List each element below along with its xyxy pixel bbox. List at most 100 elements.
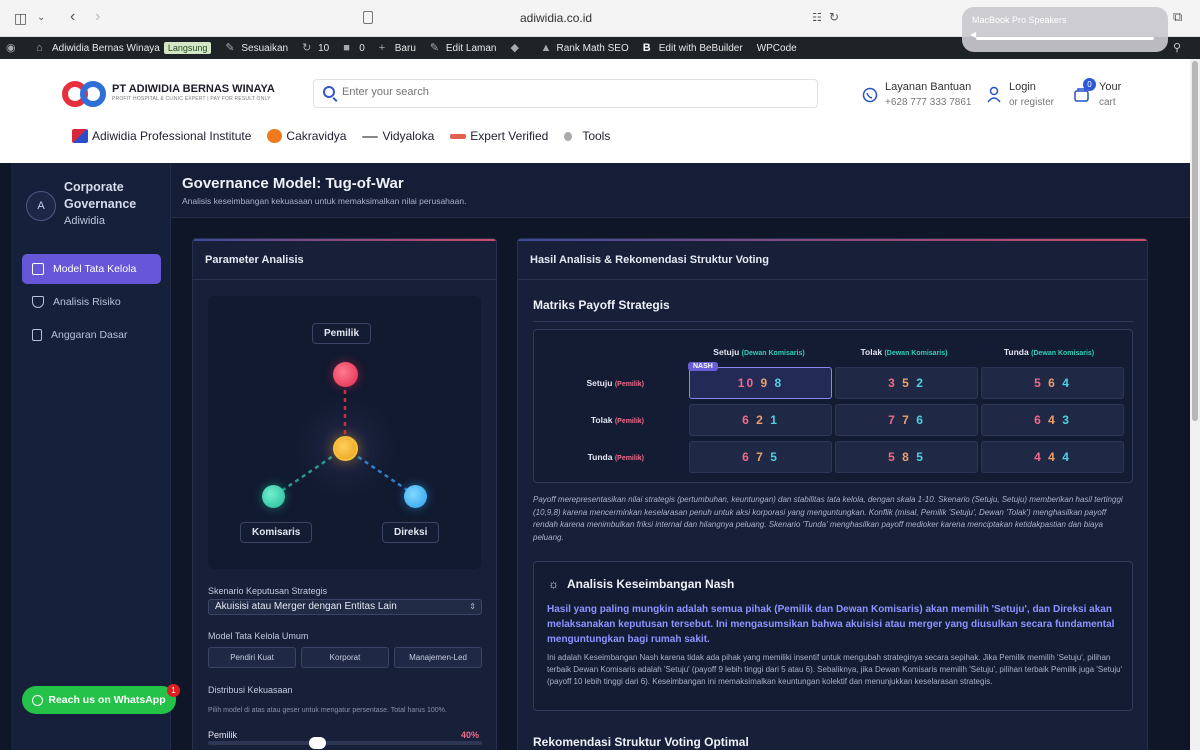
model-manajemen-led-button[interactable]: Manajemen-Led (394, 647, 482, 668)
brand-title: Corporate Governance (64, 180, 137, 211)
node-label-komisaris: Komisaris (240, 522, 313, 543)
payoff-cell-tolak-tolak[interactable]: 7 7 6 (835, 404, 978, 436)
institute-logo-icon (72, 129, 88, 143)
url-field[interactable]: adiwidia.co.id (520, 11, 592, 25)
sidebar-item-analisis-risiko[interactable]: Analisis Risiko (22, 287, 161, 317)
register-label[interactable]: or register (1009, 95, 1054, 111)
select-arrows-icon: ⇕ (469, 602, 476, 611)
page-subtitle: Analisis keseimbangan kekuasaan untuk me… (182, 196, 467, 206)
login-link[interactable]: Login or register (1009, 79, 1054, 111)
node-label-pemilik: Pemilik (312, 323, 372, 344)
page-scrollbar[interactable] (1190, 59, 1200, 750)
model-korporat-button[interactable]: Korporat (301, 647, 389, 668)
diamond-icon[interactable]: ◆ (510, 42, 526, 54)
sidebar-toggle-icon[interactable]: ◫ (14, 10, 27, 27)
row-header-tunda: Tunda (Pemilik) (587, 452, 644, 462)
scenario-label: Skenario Keputusan Strategis (208, 586, 328, 596)
nav-tools[interactable]: Tools (564, 129, 610, 143)
company-name[interactable]: PT ADIWIDIA BERNAS WINAYA (112, 83, 275, 95)
translate-icon[interactable]: ☷ (812, 11, 822, 24)
help-contact[interactable]: Layanan Bantuan +628 777 333 7861 (885, 79, 971, 111)
customize-link[interactable]: ✎ Sesuaikan (225, 42, 288, 54)
pemilik-slider-track[interactable] (208, 741, 482, 745)
user-icon[interactable] (986, 79, 1002, 109)
search-box[interactable] (313, 79, 818, 108)
live-badge: Langsung (163, 42, 212, 54)
new-link[interactable]: + Baru (378, 41, 416, 54)
slider-label-pemilik: Pemilik (208, 730, 238, 740)
payoff-cell-tolak-tunda[interactable]: 6 4 3 (981, 404, 1124, 436)
updates-link[interactable]: ↻ 10 (302, 41, 329, 54)
wordpress-icon[interactable]: ◉ (6, 42, 22, 54)
brand-subtitle: Adiwidia (64, 215, 105, 227)
company-tagline: PROFIT HOSPITAL & CLINIC EXPERT | PAY FO… (112, 96, 271, 102)
company-logo-icon[interactable] (62, 81, 106, 107)
cart-label[interactable]: Your (1099, 79, 1121, 95)
site-header: PT ADIWIDIA BERNAS WINAYA PROFIT HOSPITA… (0, 59, 1190, 163)
payoff-cell-tunda-tunda[interactable]: 4 4 4 (981, 441, 1124, 473)
wpcode-link[interactable]: WPCode (757, 43, 797, 54)
bebuilder-link[interactable]: B Edit with BeBuilder (643, 42, 743, 54)
plus-icon: + (378, 41, 386, 54)
home-icon: ⌂ (36, 41, 43, 54)
payoff-cell-setuju-tolak[interactable]: 3 5 2 (835, 367, 978, 399)
login-label[interactable]: Login (1009, 79, 1054, 95)
nav-vidyaloka[interactable]: Vidyaloka (362, 129, 434, 143)
search-input[interactable] (342, 86, 802, 98)
edit-page-link[interactable]: ✎ Edit Laman (430, 42, 497, 54)
back-icon[interactable]: ‹ (70, 8, 75, 26)
volume-slider[interactable] (976, 37, 1154, 40)
node-komisaris[interactable] (262, 485, 285, 508)
cart-count-badge: 0 (1083, 78, 1096, 91)
model-pendiri-kuat-button[interactable]: Pendiri Kuat (208, 647, 296, 668)
tabs-icon[interactable]: ⧉ (1173, 9, 1182, 25)
payoff-description: Payoff merepresentasikan nilai strategis… (533, 495, 1123, 542)
site-name-link[interactable]: ⌂ Adiwidia Bernas Winaya Langsung (36, 41, 212, 54)
comments-link[interactable]: ■ 0 (343, 42, 365, 54)
nav-cakravidya[interactable]: Cakravidya (267, 129, 346, 143)
whatsapp-icon (32, 694, 44, 706)
search-icon[interactable]: ⚲ (1173, 41, 1181, 54)
cakravidya-logo-icon (267, 129, 283, 143)
scenario-select[interactable]: Akuisisi atau Merger dengan Entitas Lain… (208, 599, 482, 615)
node-pemilik[interactable] (333, 362, 358, 387)
col-header-tunda: Tunda (Dewan Komisaris) (1003, 347, 1095, 357)
cart-link[interactable]: Your cart (1099, 79, 1121, 111)
payoff-cell-setuju-tunda[interactable]: 5 6 4 (981, 367, 1124, 399)
node-direksi[interactable] (404, 485, 427, 508)
voting-title: Rekomendasi Struktur Voting Optimal (533, 735, 749, 749)
nav-expert-verified[interactable]: Expert Verified (450, 129, 548, 143)
forward-icon[interactable]: › (95, 8, 100, 26)
parameter-heading: Parameter Analisis (205, 254, 304, 266)
sidebar-item-model-tata-kelola[interactable]: Model Tata Kelola (22, 254, 161, 284)
payoff-cell-tolak-setuju[interactable]: 6 2 1 (689, 404, 832, 436)
model-label: Model Tata Kelola Umum (208, 631, 309, 641)
reload-icon[interactable]: ↻ (829, 10, 839, 24)
parameter-panel: Parameter Analisis Pemilik Komisaris Dir… (192, 238, 497, 750)
pemilik-slider-knob[interactable] (309, 737, 327, 749)
scenario-value: Akuisisi atau Merger dengan Entitas Lain (215, 601, 397, 612)
refresh-icon: ↻ (302, 41, 312, 54)
node-center[interactable] (333, 436, 358, 461)
cart-sub[interactable]: cart (1099, 95, 1121, 111)
slider-value-pemilik: 40% (461, 730, 480, 740)
chevron-down-icon[interactable]: ⌄ (37, 12, 45, 23)
divider (193, 279, 496, 280)
payoff-cell-tunda-tolak[interactable]: 5 8 5 (835, 441, 978, 473)
col-header-tolak: Tolak (Dewan Komisaris) (860, 347, 948, 357)
whatsapp-icon[interactable] (862, 79, 878, 108)
whatsapp-button[interactable]: Reach us on WhatsApp (22, 686, 176, 714)
sidebar-item-anggaran-dasar[interactable]: Anggaran Dasar (22, 320, 161, 350)
rank-math-link[interactable]: ▲ Rank Math SEO (540, 41, 628, 54)
scrollbar-thumb[interactable] (1192, 61, 1198, 421)
brand-logo: A (26, 191, 56, 221)
payoff-cell-setuju-setuju[interactable]: 10 9 8 (689, 367, 832, 399)
nash-body: Ini adalah Keseimbangan Nash karena tida… (547, 653, 1123, 686)
row-header-setuju: Setuju (Pemilik) (586, 378, 644, 388)
chart-icon: ▲ (540, 41, 552, 54)
payoff-cell-tunda-setuju[interactable]: 6 7 5 (689, 441, 832, 473)
divider (518, 279, 1147, 280)
nav-adiwidia-institute[interactable]: Adiwidia Professional Institute (72, 129, 251, 143)
power-hint: Pilih model di atas atau geser untuk men… (208, 707, 447, 714)
main-content: Governance Model: Tug-of-War Analisis ke… (171, 163, 1190, 750)
